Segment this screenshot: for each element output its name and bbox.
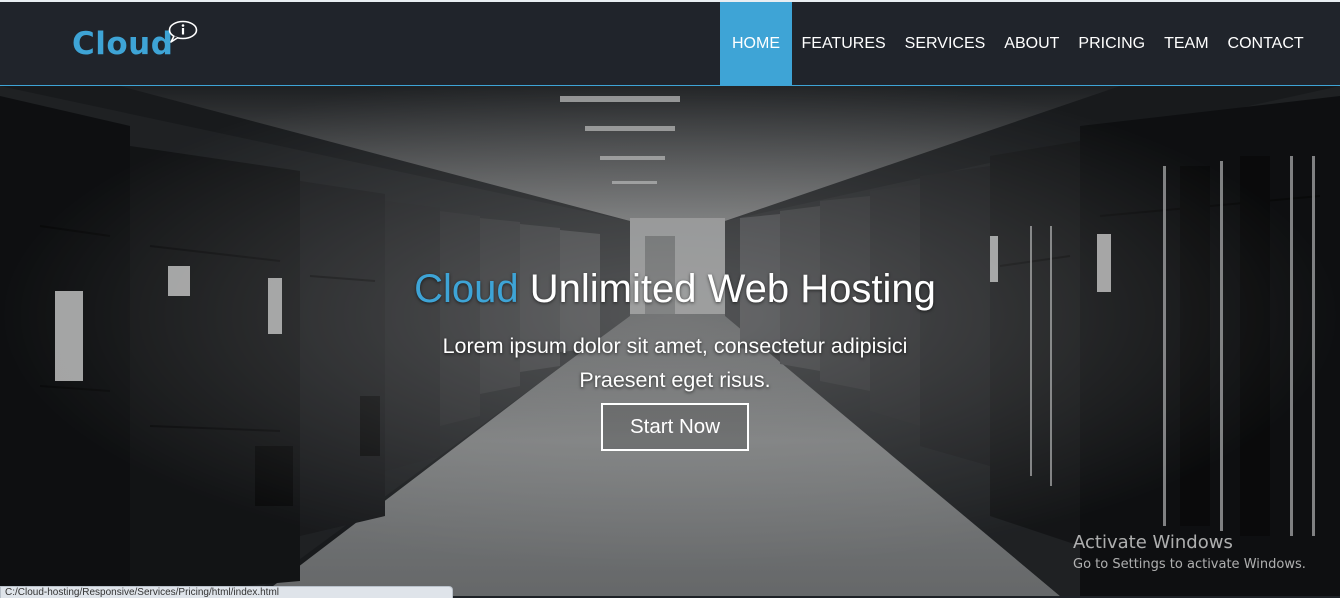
hero-subtitle-line-2: Praesent eget risus.: [579, 368, 771, 392]
hero-headline-rest: Unlimited Web Hosting: [518, 267, 936, 311]
info-speech-bubble-icon: [168, 20, 198, 43]
browser-status-bar: C:/Cloud-hosting/Responsive/Services/Pri…: [0, 586, 453, 598]
windows-activation-watermark: Activate Windows Go to Settings to activ…: [1073, 532, 1306, 576]
navbar: Cloud HOME FEATURES SERVICES ABOUT PRICI…: [0, 2, 1340, 86]
nav-home[interactable]: HOME: [720, 2, 792, 85]
nav-features[interactable]: FEATURES: [792, 2, 895, 85]
hero-subtitle-line-1: Lorem ipsum dolor sit amet, consectetur …: [442, 334, 908, 358]
hero-section: Cloud Unlimited Web Hosting Lorem ipsum …: [0, 86, 1340, 596]
brand-logo[interactable]: Cloud: [72, 20, 198, 66]
status-url: C:/Cloud-hosting/Responsive/Services/Pri…: [5, 587, 280, 598]
nav-services[interactable]: SERVICES: [895, 2, 995, 85]
brand-name: Cloud: [72, 26, 174, 62]
watermark-subtitle: Go to Settings to activate Windows.: [1073, 557, 1306, 572]
hero-headline-accent: Cloud: [414, 267, 519, 311]
start-now-button[interactable]: Start Now: [601, 403, 749, 451]
main-nav: HOME FEATURES SERVICES ABOUT PRICING TEA…: [720, 2, 1313, 85]
hero-subtitle: Lorem ipsum dolor sit amet, consectetur …: [0, 329, 1340, 397]
hero-headline: Cloud Unlimited Web Hosting: [0, 267, 1340, 312]
nav-contact[interactable]: CONTACT: [1218, 2, 1313, 85]
nav-team[interactable]: TEAM: [1155, 2, 1218, 85]
nav-about[interactable]: ABOUT: [995, 2, 1069, 85]
watermark-title: Activate Windows: [1073, 532, 1233, 553]
nav-pricing[interactable]: PRICING: [1069, 2, 1155, 85]
